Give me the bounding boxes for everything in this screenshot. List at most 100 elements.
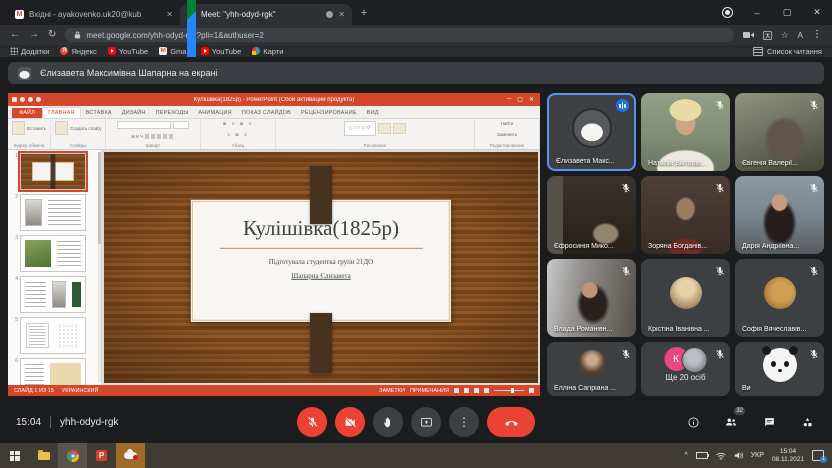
new-slide-button[interactable]	[55, 121, 68, 135]
bookmark-star-icon[interactable]: ☆	[781, 30, 789, 41]
tab-meet[interactable]: Meet: "yhh-odyd-rgk" ✕	[180, 4, 352, 25]
bookmark-youtube-2[interactable]: YouTube	[201, 47, 241, 56]
slide-thumbnail-2[interactable]	[20, 194, 86, 231]
chat-button[interactable]	[760, 413, 778, 431]
fit-to-window-icon[interactable]	[529, 388, 534, 393]
camera-toggle-button[interactable]	[335, 407, 365, 437]
tile-kristina[interactable]: Крістіна Іванівна ...	[641, 259, 730, 337]
tile-sofiia[interactable]: Софія Вячеславів...	[735, 259, 824, 337]
tab-transitions[interactable]: ПЕРЕХОДЫ	[151, 108, 194, 118]
raise-hand-button[interactable]	[373, 407, 403, 437]
replace-button[interactable]: Заменить	[497, 132, 517, 137]
tab-design[interactable]: ДИЗАЙН	[117, 108, 151, 118]
activities-button[interactable]	[798, 413, 816, 431]
font-extra-buttons[interactable]	[145, 134, 175, 139]
tile-more-people[interactable]: К Ще 20 осіб	[641, 342, 730, 396]
ppt-minimize-icon[interactable]: ─	[507, 96, 511, 103]
paste-button[interactable]	[12, 121, 25, 135]
zoom-slider[interactable]	[494, 390, 524, 391]
slideshow-view-icon[interactable]	[484, 388, 489, 393]
font-style-buttons[interactable]: Ж К Ч	[131, 134, 143, 139]
battery-icon[interactable]	[696, 452, 708, 459]
font-size-box[interactable]	[173, 121, 189, 129]
font-name-box[interactable]	[117, 121, 171, 129]
translate-icon[interactable]	[763, 31, 772, 40]
bookmark-gmail[interactable]: MGmail	[159, 47, 190, 56]
speaker-icon[interactable]	[734, 451, 743, 460]
minimize-button[interactable]: –	[742, 0, 772, 25]
cloud-app-taskbar-button[interactable]	[116, 443, 145, 468]
meeting-details-button[interactable]	[684, 413, 702, 431]
extension-a-icon[interactable]: A	[798, 31, 803, 40]
normal-view-icon[interactable]	[454, 388, 459, 393]
quick-styles-button[interactable]	[393, 123, 406, 134]
spellcheck-language[interactable]: УКРАИНСКИЙ	[62, 388, 99, 394]
tab-gmail[interactable]: M Вхідні - ayakovenko.uk20@kub ✕	[8, 4, 180, 25]
ppt-close-icon[interactable]: ✕	[529, 96, 534, 103]
tab-view[interactable]: ВИД	[362, 108, 384, 118]
tile-you[interactable]: Ви	[735, 342, 824, 396]
arrange-button[interactable]	[378, 123, 391, 134]
tile-elyzaveta[interactable]: Єлизавета Макс...	[547, 93, 636, 171]
reading-view-icon[interactable]	[474, 388, 479, 393]
present-screen-button[interactable]	[411, 407, 441, 437]
mic-toggle-button[interactable]	[297, 407, 327, 437]
tab-insert[interactable]: ВСТАВКА	[81, 108, 117, 118]
undo-icon[interactable]	[28, 97, 33, 102]
tile-vlada[interactable]: Влада Романівн...	[547, 259, 636, 337]
chrome-menu-icon[interactable]: ⋮	[812, 30, 822, 40]
bookmark-maps[interactable]: Карти	[252, 47, 283, 56]
new-tab-button[interactable]: +	[356, 6, 372, 22]
wifi-icon[interactable]	[716, 452, 726, 460]
tab-slideshow[interactable]: ПОКАЗ СЛАЙДОВ	[237, 108, 296, 118]
close-tab-icon[interactable]: ✕	[166, 10, 173, 19]
tab-animation[interactable]: АНИМАЦИЯ	[193, 108, 236, 118]
tile-yevheniia[interactable]: Євгенія Валерії...	[735, 93, 824, 171]
bookmark-apps[interactable]: Додатки	[10, 47, 49, 56]
slide-thumbnail-5[interactable]	[20, 317, 86, 354]
tile-natalia[interactable]: Наталія Вікторів...	[641, 93, 730, 171]
close-tab-icon[interactable]: ✕	[338, 10, 345, 19]
participants-button[interactable]: 32	[722, 413, 740, 431]
slide-thumbnail-3[interactable]	[20, 235, 86, 272]
back-icon[interactable]: ←	[10, 30, 20, 40]
bookmark-youtube[interactable]: YouTube	[108, 47, 148, 56]
notes-button[interactable]: ЗАМЕТКИ	[379, 388, 405, 394]
tab-review[interactable]: РЕЦЕНЗИРОВАНИЕ	[296, 108, 362, 118]
shapes-gallery[interactable]: △□○◇↺	[344, 121, 376, 136]
reading-list-button[interactable]: Список читання	[753, 47, 822, 56]
shared-screen[interactable]: Кулішівка(1825р) - PowerPoint (Сбой акти…	[8, 93, 540, 396]
tile-zoriana[interactable]: Зоряна Богданів...	[641, 176, 730, 254]
maximize-button[interactable]: ▢	[772, 0, 802, 25]
forward-icon[interactable]: →	[29, 30, 39, 40]
action-center-icon[interactable]: 1	[812, 450, 824, 461]
more-options-button[interactable]: ⋮	[449, 407, 479, 437]
keyboard-language[interactable]: УКР	[751, 452, 764, 459]
slide-thumbnail-6[interactable]	[20, 358, 86, 385]
reload-icon[interactable]: ↻	[48, 30, 56, 40]
bookmark-yandex[interactable]: ЯЯндекс	[60, 47, 96, 56]
save-icon[interactable]	[20, 97, 25, 102]
file-explorer-button[interactable]	[29, 443, 58, 468]
address-bar[interactable]: meet.google.com/yhh-odyd-rgk?pli=1&authu…	[65, 28, 733, 42]
tray-clock[interactable]: 15:04 08.11.2021	[772, 448, 804, 463]
powerpoint-taskbar-button[interactable]: P	[87, 443, 116, 468]
chrome-taskbar-button[interactable]	[58, 443, 87, 468]
start-button[interactable]	[0, 443, 29, 468]
slide-thumbnail-1[interactable]	[20, 153, 86, 190]
slide-canvas[interactable]: Кулішівка(1825р) Підготувала студентка г…	[104, 152, 538, 383]
thumbnails-scrollbar[interactable]	[98, 152, 101, 383]
tab-home[interactable]: ГЛАВНАЯ	[42, 107, 81, 118]
end-call-button[interactable]	[487, 407, 535, 437]
tile-ellina[interactable]: Елліна Сагіріана ...	[547, 342, 636, 396]
comments-button[interactable]: ПРИМЕЧАНИЯ	[410, 388, 449, 394]
align-buttons[interactable]: ≣ ≡ ≣ ≡	[223, 121, 254, 127]
list-buttons[interactable]: ≡ ≣ ≡	[227, 132, 249, 138]
close-window-button[interactable]: ✕	[802, 0, 832, 25]
tile-dariia[interactable]: Дарія Андріївна...	[735, 176, 824, 254]
slide-thumbnail-4[interactable]	[20, 276, 86, 313]
find-button[interactable]: Найти	[501, 121, 514, 126]
camera-icon[interactable]	[743, 31, 754, 39]
tile-yefrosyniia[interactable]: Єфросинія Мико...	[547, 176, 636, 254]
sorter-view-icon[interactable]	[464, 388, 469, 393]
